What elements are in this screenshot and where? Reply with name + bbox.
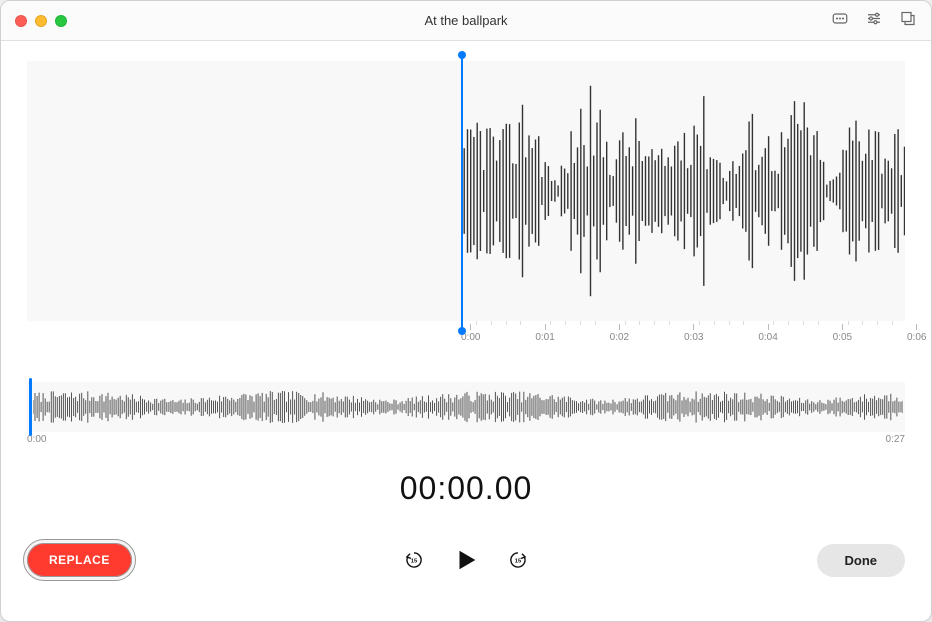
overview-time-labels: 0:00 0:27 [27, 434, 905, 450]
detail-waveform [461, 61, 905, 321]
skip-back-15-button[interactable]: 15 [403, 549, 425, 571]
detail-waveform-area[interactable]: 0:000:010:020:030:040:050:06 [27, 61, 905, 346]
done-button[interactable]: Done [817, 544, 906, 577]
transport-center: 15 15 [403, 547, 529, 573]
app-window: At the ballpark 0:000:010:020:030:040:05… [0, 0, 932, 622]
timeline-tick: 0:02 [610, 324, 629, 343]
skip-back-seconds-label: 15 [411, 558, 418, 564]
timeline-tick-label: 0:06 [907, 332, 926, 343]
timeline-tick: 0:06 [907, 324, 926, 343]
editor-content: 0:000:010:020:030:040:050:06 0:00 0:27 0… [1, 41, 931, 621]
timeline-tick: 0:04 [758, 324, 777, 343]
overview-waveform-background [27, 382, 905, 432]
zoom-window-button[interactable] [55, 15, 67, 27]
play-button[interactable] [453, 547, 479, 573]
timeline-tick: 0:01 [535, 324, 554, 343]
overview-end-time: 0:27 [886, 434, 905, 445]
timer-display: 00:00.00 [27, 470, 905, 507]
transport-controls: REPLACE 15 15 [27, 543, 905, 577]
close-window-button[interactable] [15, 15, 27, 27]
timeline-tick-label: 0:02 [610, 332, 629, 343]
playback-settings-icon[interactable] [865, 9, 883, 32]
detail-timeline: 0:000:010:020:030:040:050:06 [461, 321, 905, 345]
timeline-tick-label: 0:04 [758, 332, 777, 343]
window-title: At the ballpark [424, 13, 507, 28]
overview-waveform-area[interactable]: 0:00 0:27 [27, 382, 905, 452]
replace-button[interactable]: REPLACE [27, 543, 132, 577]
titlebar: At the ballpark [1, 1, 931, 41]
overview-playhead[interactable] [29, 378, 32, 436]
transcribe-icon[interactable] [831, 9, 849, 32]
playhead[interactable] [461, 55, 463, 331]
toolbar [831, 9, 917, 32]
timeline-tick: 0:03 [684, 324, 703, 343]
window-controls [15, 15, 67, 27]
skip-forward-15-button[interactable]: 15 [507, 549, 529, 571]
trim-icon[interactable] [899, 9, 917, 32]
timeline-tick-label: 0:01 [535, 332, 554, 343]
timeline-tick: 0:05 [833, 324, 852, 343]
timeline-tick-label: 0:03 [684, 332, 703, 343]
skip-fwd-seconds-label: 15 [515, 558, 522, 564]
timeline-tick-label: 0:05 [833, 332, 852, 343]
minimize-window-button[interactable] [35, 15, 47, 27]
